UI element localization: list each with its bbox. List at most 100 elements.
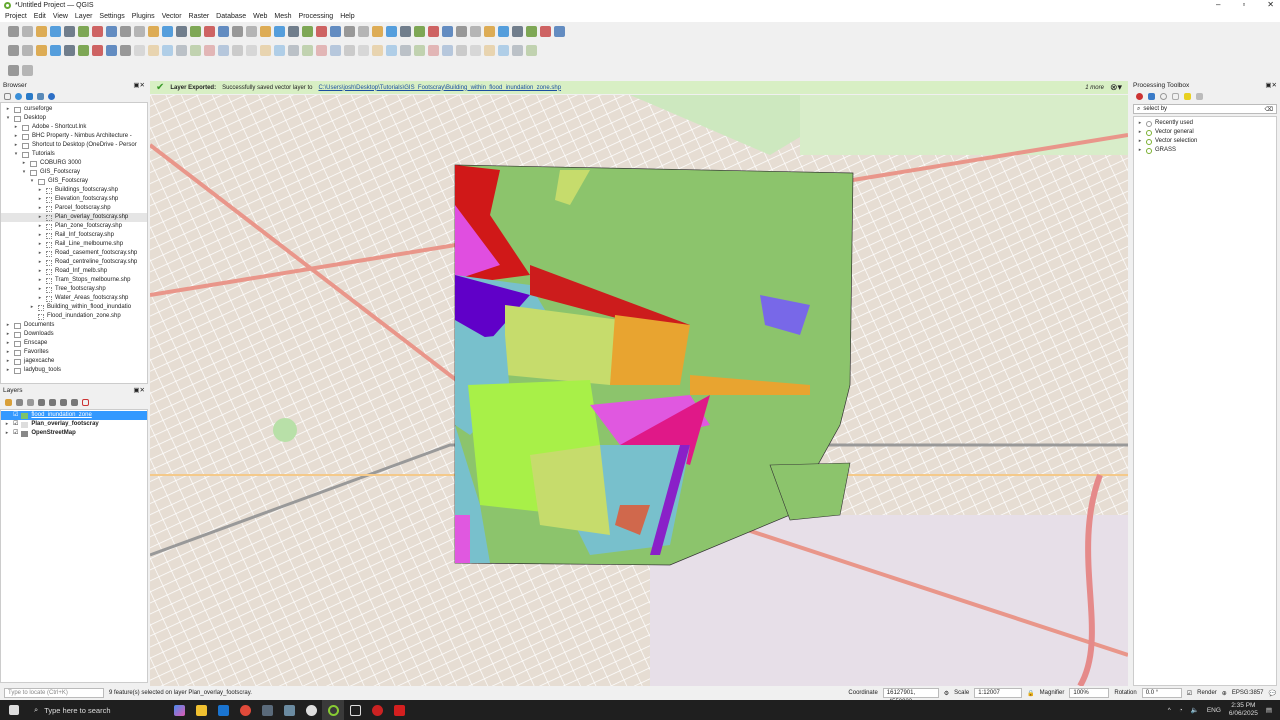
- toolbar-button-icon[interactable]: [498, 44, 509, 56]
- layers-tree[interactable]: ☑ flood_inundation_zone ▸ ☑ Plan_overlay_foo…: [0, 409, 148, 683]
- expression-filter-icon[interactable]: [49, 398, 56, 406]
- browser-item[interactable]: ▾ GIS_Footscray: [1, 168, 147, 177]
- browser-item[interactable]: ▸ Road_centreline_footscray.shp: [1, 258, 147, 267]
- browser-item[interactable]: ▾ GIS_Footscray: [1, 177, 147, 186]
- expand-arrow-icon[interactable]: ▸: [37, 231, 43, 240]
- toolbar-button-icon[interactable]: [512, 44, 523, 56]
- browser-item[interactable]: ▾ Tutorials: [1, 150, 147, 159]
- layer-visibility-checkbox[interactable]: ☑: [13, 420, 18, 429]
- toolbar-button-icon[interactable]: [456, 25, 467, 37]
- filter-legend-icon[interactable]: [38, 398, 45, 406]
- visibility-icon[interactable]: [27, 398, 34, 406]
- browser-item[interactable]: ▸ Parcel_footscray.shp: [1, 204, 147, 213]
- toolbar-button-icon[interactable]: [8, 64, 19, 76]
- toolbar-button-icon[interactable]: [106, 25, 117, 37]
- browser-item[interactable]: ▸ Tram_Stops_melbourne.shp: [1, 276, 147, 285]
- expand-arrow-icon[interactable]: ▸: [37, 222, 43, 231]
- info-icon[interactable]: [48, 92, 55, 100]
- browser-item[interactable]: ▸ Buildings_footscray.shp: [1, 186, 147, 195]
- style-icon[interactable]: [5, 398, 12, 406]
- language-indicator[interactable]: ENG: [1207, 707, 1221, 714]
- toolbar-button-icon[interactable]: [36, 25, 47, 37]
- close-button[interactable]: ✕: [1267, 0, 1274, 9]
- toolbar-button-icon[interactable]: [302, 25, 313, 37]
- toolbar-button-icon[interactable]: [8, 44, 19, 56]
- browser-item[interactable]: ▾ Desktop: [1, 114, 147, 123]
- notifications-icon[interactable]: ▤: [1266, 706, 1272, 714]
- maximize-button[interactable]: ▫: [1242, 0, 1245, 9]
- toolbar-button-icon[interactable]: [344, 44, 355, 56]
- toolbar-button-icon[interactable]: [50, 25, 61, 37]
- processing-provider[interactable]: ▸ Vector selection: [1134, 137, 1276, 146]
- expand-arrow-icon[interactable]: ▾: [21, 168, 27, 177]
- menu-vector[interactable]: Vector: [162, 13, 182, 20]
- menu-view[interactable]: View: [53, 13, 68, 20]
- taskbar-search[interactable]: ⌕ Type here to search: [28, 700, 168, 720]
- toggle-extents-icon[interactable]: ⚙: [944, 690, 949, 697]
- toolbar-button-icon[interactable]: [162, 44, 173, 56]
- expand-arrow-icon[interactable]: ▸: [37, 204, 43, 213]
- refresh-icon[interactable]: [15, 92, 22, 100]
- expand-arrow-icon[interactable]: ▸: [37, 258, 43, 267]
- processing-search-input[interactable]: ⌕ select by ⌫: [1133, 104, 1277, 114]
- expand-arrow-icon[interactable]: ▸: [5, 357, 11, 366]
- lock-scale-icon[interactable]: 🔒: [1027, 690, 1034, 697]
- toolbar-button-icon[interactable]: [344, 25, 355, 37]
- expand-arrow-icon[interactable]: ▸: [5, 321, 11, 330]
- toolbar-button-icon[interactable]: [274, 25, 285, 37]
- browser-tree[interactable]: ▸ curseforge ▾ Desktop ▸ Adobe - Shortcut.lnk…: [0, 102, 148, 384]
- expand-arrow-icon[interactable]: ▸: [13, 141, 19, 150]
- browser-item[interactable]: ▸ Water_Areas_footscray.shp: [1, 294, 147, 303]
- toolbar-button-icon[interactable]: [316, 44, 327, 56]
- browser-item[interactable]: ▸ Shortcut to Desktop (OneDrive - Persor: [1, 141, 147, 150]
- volume-icon[interactable]: 🔈: [1191, 706, 1199, 714]
- browser-item[interactable]: Flood_inundation_zone.shp: [1, 312, 147, 321]
- menu-plugins[interactable]: Plugins: [132, 13, 155, 20]
- toolbar-button-icon[interactable]: [246, 25, 257, 37]
- panel-close-icon[interactable]: ▣✕: [133, 81, 145, 89]
- browser-item[interactable]: ▸ Documents: [1, 321, 147, 330]
- browser-item[interactable]: ▸ Adobe - Shortcut.lnk: [1, 123, 147, 132]
- toolbar-button-icon[interactable]: [260, 44, 271, 56]
- browser-item[interactable]: ▸ Plan_overlay_footscray.shp: [1, 213, 147, 222]
- toolbar-button-icon[interactable]: [64, 25, 75, 37]
- browser-item[interactable]: ▸ curseforge: [1, 105, 147, 114]
- toolbar-button-icon[interactable]: [64, 44, 75, 56]
- toolbar-button-icon[interactable]: [232, 25, 243, 37]
- collapse-all-icon[interactable]: [71, 398, 78, 406]
- history-icon[interactable]: [1160, 92, 1167, 100]
- expand-arrow-icon[interactable]: ▸: [1137, 128, 1143, 137]
- toolbar-button-icon[interactable]: [358, 25, 369, 37]
- acrobat-icon[interactable]: [388, 700, 410, 720]
- toolbar-button-icon[interactable]: [78, 44, 89, 56]
- add-selected-icon[interactable]: [4, 92, 11, 100]
- messages-icon[interactable]: 💬: [1269, 690, 1276, 697]
- remove-layer-icon[interactable]: [82, 398, 89, 406]
- browser-item[interactable]: ▸ Road_casement_footscray.shp: [1, 249, 147, 258]
- toolbar-button-icon[interactable]: [456, 44, 467, 56]
- tray-chevron-icon[interactable]: ^: [1168, 707, 1171, 714]
- app-icon[interactable]: [344, 700, 366, 720]
- menu-help[interactable]: Help: [340, 13, 354, 20]
- add-group-icon[interactable]: [16, 398, 23, 406]
- toolbar-button-icon[interactable]: [428, 25, 439, 37]
- minimize-button[interactable]: –: [1216, 0, 1220, 9]
- edit-features-icon[interactable]: [1184, 92, 1191, 100]
- browser-item[interactable]: ▸ Rail_Inf_footscray.shp: [1, 231, 147, 240]
- menu-web[interactable]: Web: [253, 13, 267, 20]
- render-checkbox[interactable]: ☑: [1187, 690, 1192, 697]
- toolbar-button-icon[interactable]: [246, 44, 257, 56]
- toolbar-button-icon[interactable]: [134, 44, 145, 56]
- toolbar-button-icon[interactable]: [442, 44, 453, 56]
- chrome-icon[interactable]: [234, 700, 256, 720]
- magnifier-field[interactable]: 100%: [1069, 688, 1110, 698]
- toolbar-button-icon[interactable]: [218, 25, 229, 37]
- expand-arrow-icon[interactable]: ▸: [37, 285, 43, 294]
- toolbar-button-icon[interactable]: [316, 25, 327, 37]
- toolbar-button-icon[interactable]: [442, 25, 453, 37]
- toolbar-button-icon[interactable]: [148, 25, 159, 37]
- toolbar-button-icon[interactable]: [22, 64, 33, 76]
- toolbar-button-icon[interactable]: [50, 44, 61, 56]
- browser-item[interactable]: ▸ Tree_footscray.shp: [1, 285, 147, 294]
- toolbar-button-icon[interactable]: [330, 44, 341, 56]
